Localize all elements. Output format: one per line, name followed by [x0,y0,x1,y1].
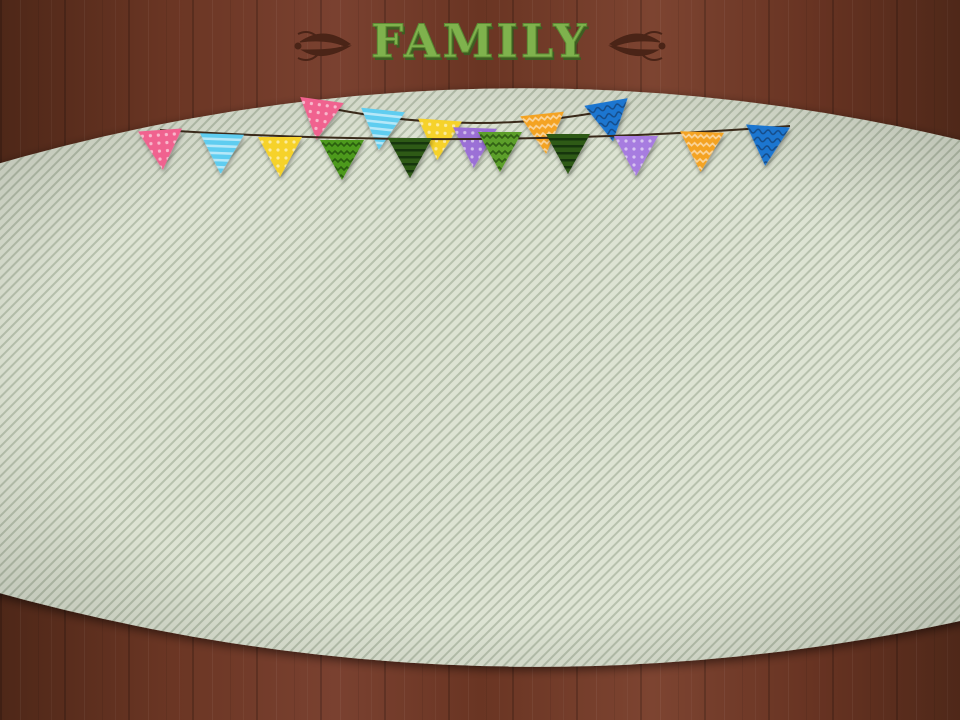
page-title: FAMILY [371,14,589,68]
scene: FAMILY FAMILY [0,0,960,720]
slide-background: FAMILY FAMILY [0,0,960,720]
panel-vignette [0,88,960,667]
